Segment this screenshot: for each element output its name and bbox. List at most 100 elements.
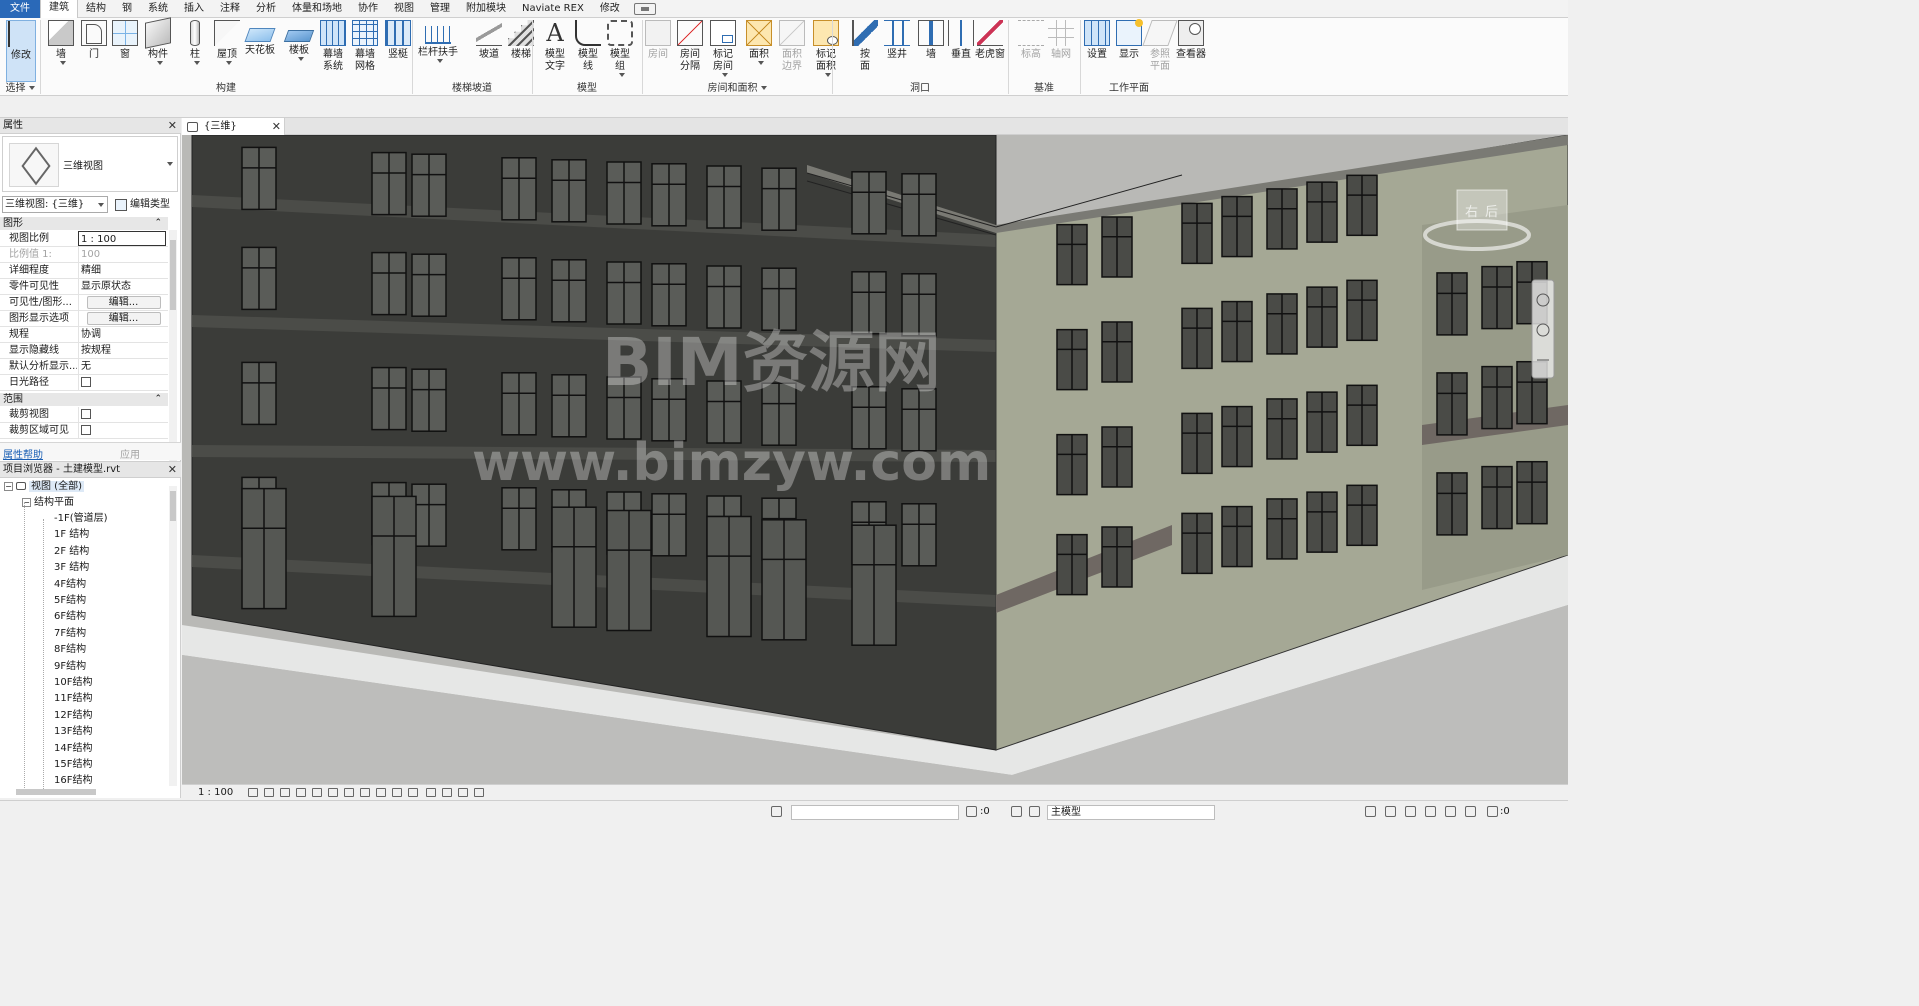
select-by-face-icon[interactable] xyxy=(1425,806,1436,817)
tree-root-views[interactable]: − 视图 (全部) xyxy=(4,479,84,495)
ribbon-tool-model-text[interactable]: A 模型 文字 xyxy=(540,20,570,82)
ribbon-tool-model-line[interactable]: 模型 线 xyxy=(573,20,603,82)
ribbon-tool-grid[interactable]: 轴网 xyxy=(1046,20,1076,82)
ribbon-tab-1[interactable]: 建筑 xyxy=(40,0,78,18)
collapse-icon[interactable]: − xyxy=(4,481,13,491)
close-icon[interactable]: ✕ xyxy=(168,462,177,478)
reveal-hidden-icon[interactable] xyxy=(392,788,402,797)
ribbon-tab-12[interactable]: 附加模块 xyxy=(458,0,514,18)
ribbon-tool-railing[interactable]: 栏杆扶手 xyxy=(418,20,458,82)
collapse-icon[interactable]: ⌃ xyxy=(154,217,162,230)
ribbon-tool-floor[interactable]: 楼板 xyxy=(283,20,315,82)
ribbon-tool-window[interactable]: 窗 xyxy=(110,20,140,82)
drag-elements-icon[interactable] xyxy=(1445,806,1456,817)
tree-item-structural-plan[interactable]: 10F结构 xyxy=(54,675,92,691)
render-icon[interactable] xyxy=(312,788,322,797)
ribbon-tool-area[interactable]: 面积 xyxy=(744,20,774,82)
type-selector[interactable]: 三维视图 xyxy=(2,136,178,192)
reveal-constraints-icon[interactable] xyxy=(474,788,484,797)
checkbox[interactable] xyxy=(81,425,91,435)
view-instance-dropdown[interactable]: 三维视图: {三维} xyxy=(2,196,108,213)
select-pinned-icon[interactable] xyxy=(1405,806,1416,817)
ribbon-tool-roof[interactable]: 屋顶 xyxy=(212,20,242,82)
ribbon-tab-14[interactable]: 修改 xyxy=(592,0,628,18)
ribbon-tool-door[interactable]: 门 xyxy=(79,20,109,82)
ribbon-tab-0[interactable]: 文件 xyxy=(0,0,40,18)
apply-button[interactable]: 应用 xyxy=(120,446,140,461)
crop-view-icon[interactable] xyxy=(328,788,338,797)
ribbon-tool-tag-area[interactable]: 标记 面积 xyxy=(811,20,841,82)
chevron-down-icon[interactable] xyxy=(225,61,232,65)
ribbon-tool-model-group[interactable]: 模型 组 xyxy=(605,20,635,82)
ribbon-tab-8[interactable]: 体量和场地 xyxy=(284,0,350,18)
property-value[interactable]: 协调 xyxy=(78,327,166,342)
select-underlay-icon[interactable] xyxy=(1385,806,1396,817)
ribbon-tab-6[interactable]: 注释 xyxy=(212,0,248,18)
property-value[interactable]: 显示原状态 xyxy=(78,279,166,294)
background-process-icon[interactable] xyxy=(1465,806,1476,817)
chevron-down-icon[interactable] xyxy=(757,61,764,65)
ribbon-tool-dormer[interactable]: 老虎窗 xyxy=(975,20,1005,82)
tree-item-structural-plan[interactable]: 3F 结构 xyxy=(54,560,89,576)
ribbon-tab-7[interactable]: 分析 xyxy=(248,0,284,18)
analytical-model-icon[interactable] xyxy=(442,788,452,797)
ribbon-tool-level[interactable]: 标高 xyxy=(1016,20,1046,82)
chevron-down-icon[interactable] xyxy=(436,59,443,63)
temporary-view-icon[interactable] xyxy=(408,788,418,797)
navigation-bar[interactable] xyxy=(1531,279,1555,379)
ribbon-tool-by-face[interactable]: 按 面 xyxy=(850,20,880,82)
checkbox[interactable] xyxy=(81,377,91,387)
filter-icon[interactable] xyxy=(1487,806,1498,817)
close-icon[interactable]: ✕ xyxy=(272,118,281,135)
ribbon-group-label[interactable]: 房间和面积 xyxy=(642,82,832,95)
ribbon-tab-10[interactable]: 视图 xyxy=(386,0,422,18)
worksharing-icon[interactable] xyxy=(426,788,436,797)
ribbon-tool-curtain-system[interactable]: 幕墙 系统 xyxy=(318,20,348,82)
ribbon-tool-ramp[interactable]: 坡道 xyxy=(474,20,504,82)
tree-item-structural-plan[interactable]: 16F结构 xyxy=(54,773,92,789)
view-tab-3d[interactable]: {三维} ✕ xyxy=(182,118,285,135)
collapse-icon[interactable]: ⌃ xyxy=(154,393,162,406)
ribbon-tab-5[interactable]: 插入 xyxy=(176,0,212,18)
property-value[interactable]: 无 xyxy=(78,359,166,374)
property-group-header[interactable]: 范围 ⌃ xyxy=(0,393,168,406)
chevron-down-icon[interactable] xyxy=(760,86,767,90)
ribbon-tool-shaft[interactable]: 竖井 xyxy=(882,20,912,82)
browser-hscrollbar[interactable] xyxy=(16,789,96,795)
ribbon-tool-component[interactable]: 构件 xyxy=(143,17,173,82)
editable-icon[interactable] xyxy=(966,806,977,817)
ribbon-tab-9[interactable]: 协作 xyxy=(350,0,386,18)
workset-dropdown[interactable] xyxy=(791,805,959,820)
chevron-down-icon[interactable] xyxy=(193,61,200,65)
edit-type-button[interactable]: 编辑类型 xyxy=(113,196,170,213)
property-edit-button[interactable]: 编辑... xyxy=(78,311,166,326)
view-scale[interactable]: 1 : 100 xyxy=(198,785,233,800)
tree-item-structural-plan[interactable]: 12F结构 xyxy=(54,708,92,724)
close-icon[interactable]: ✕ xyxy=(168,118,177,134)
ribbon-tool-tag-room[interactable]: 标记 房间 xyxy=(708,20,738,82)
3d-viewport[interactable]: BIM资源网 www.bimzyw.com 右 后 xyxy=(182,135,1568,784)
tree-item-structural-plan[interactable]: 8F结构 xyxy=(54,642,86,658)
chevron-down-icon[interactable] xyxy=(28,86,35,90)
ribbon-tab-3[interactable]: 钢 xyxy=(114,0,140,18)
ribbon-tab-11[interactable]: 管理 xyxy=(422,0,458,18)
visual-style-icon[interactable] xyxy=(264,788,274,797)
tree-item-structural-plan[interactable]: 7F结构 xyxy=(54,626,86,642)
tree-item-structural-plan[interactable]: 11F结构 xyxy=(54,691,92,707)
tree-item-structural-plan[interactable]: 5F结构 xyxy=(54,593,86,609)
property-checkbox[interactable] xyxy=(78,407,166,422)
ribbon-display-toggle-icon[interactable] xyxy=(633,2,656,15)
main-model-icon[interactable] xyxy=(1029,806,1040,817)
property-value[interactable]: 1 : 100 xyxy=(78,231,166,246)
ribbon-tool-mullion[interactable]: 竖梃 xyxy=(383,20,413,82)
ribbon-tool-ceiling[interactable]: 天花板 xyxy=(244,20,276,82)
tree-item-structural-plan[interactable]: 2F 结构 xyxy=(54,544,89,560)
properties-help-link[interactable]: 属性帮助 xyxy=(3,446,43,461)
ribbon-tool-column[interactable]: 柱 xyxy=(180,20,210,82)
detail-level-icon[interactable] xyxy=(248,788,258,797)
property-checkbox[interactable] xyxy=(78,375,166,390)
ribbon-tool-set[interactable]: 设置 xyxy=(1082,20,1112,82)
tree-item-structural-plan[interactable]: -1F(管道层) xyxy=(54,511,108,527)
ribbon-tool-ref-plane[interactable]: 参照 平面 xyxy=(1142,20,1178,82)
main-model-dropdown[interactable]: 主模型 xyxy=(1047,805,1215,820)
